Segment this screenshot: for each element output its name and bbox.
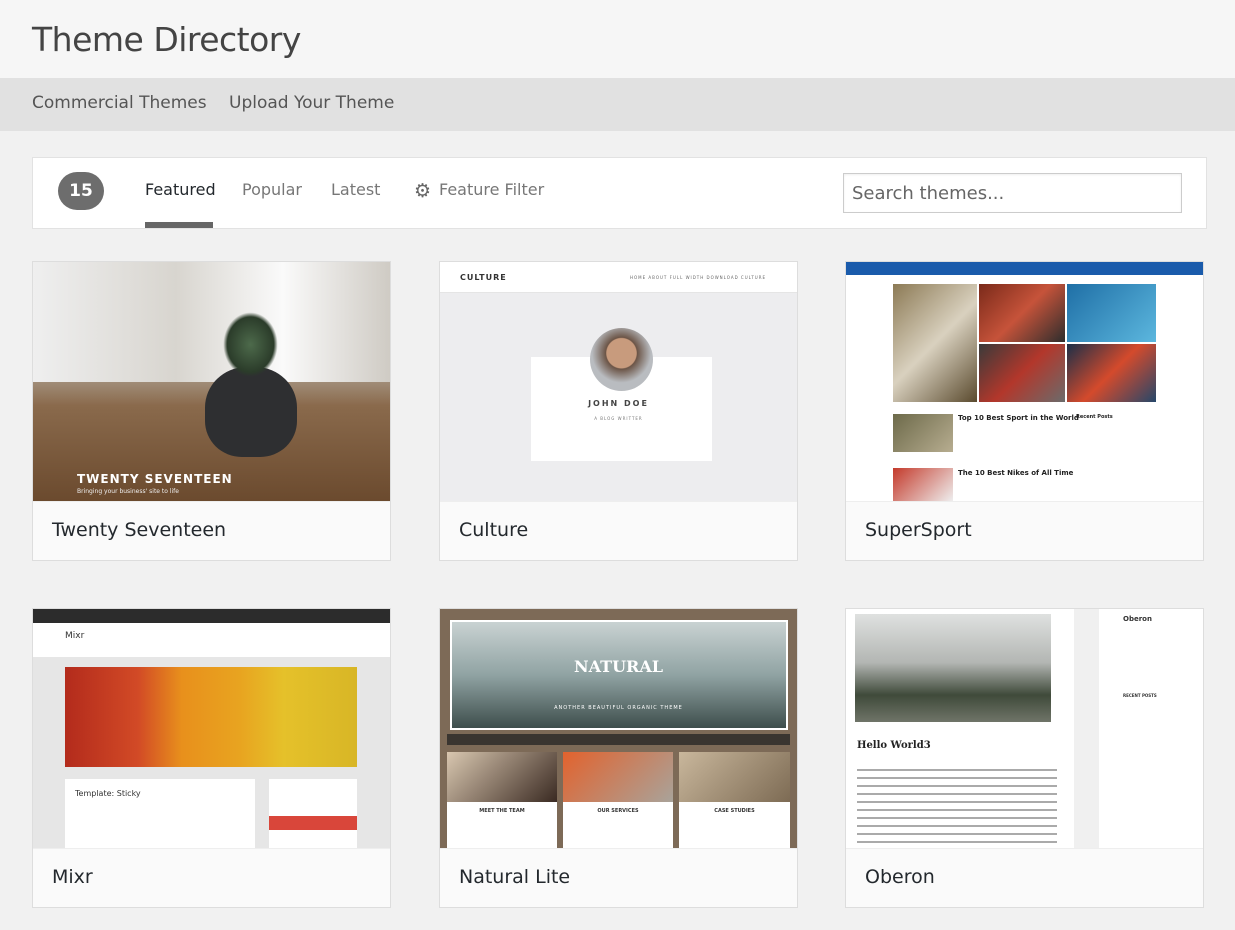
filter-bar: 15 Featured Popular Latest ⚙ Feature Fil… <box>32 157 1207 229</box>
theme-name[interactable]: Natural Lite <box>459 866 570 888</box>
gear-icon[interactable]: ⚙ <box>414 180 431 202</box>
theme-name[interactable]: SuperSport <box>865 519 972 541</box>
theme-card-mixr[interactable]: Mixr Template: Sticky Mixr <box>32 608 391 908</box>
sub-nav: Commercial Themes Upload Your Theme <box>0 78 1235 131</box>
theme-name[interactable]: Twenty Seventeen <box>52 519 226 541</box>
preview-col: CASE STUDIES <box>714 808 755 814</box>
preview-post: Hello World3 <box>857 740 931 751</box>
theme-name[interactable]: Culture <box>459 519 528 541</box>
preview-tagline: ANOTHER BEAUTIFUL ORGANIC THEME <box>554 705 683 711</box>
preview-sidebar: Recent Posts <box>1076 414 1113 420</box>
theme-name[interactable]: Oberon <box>865 866 935 888</box>
preview-title: TWENTY SEVENTEEN <box>77 472 233 486</box>
preview-person: JOHN DOE <box>588 399 649 408</box>
preview-col: OUR SERVICES <box>597 808 639 814</box>
theme-screenshot[interactable]: NATURAL ANOTHER BEAUTIFUL ORGANIC THEME … <box>440 609 797 848</box>
theme-card-natural-lite[interactable]: NATURAL ANOTHER BEAUTIFUL ORGANIC THEME … <box>439 608 798 908</box>
theme-card-culture[interactable]: CULTURE HOME ABOUT FULL WIDTH DOWNLOAD C… <box>439 261 798 561</box>
preview-logo: NATURAL <box>574 657 663 676</box>
theme-card-supersport[interactable]: Top 10 Best Sport in the World Recent Po… <box>845 261 1204 561</box>
preview-logo: CULTURE <box>460 273 507 282</box>
page-header: Theme Directory <box>0 0 1235 78</box>
active-tab-indicator <box>145 222 213 228</box>
preview-site: Oberon <box>1123 615 1152 623</box>
preview-sidebar: RECENT POSTS <box>1123 693 1157 698</box>
preview-tagline: Bringing your business' site to life <box>77 488 179 495</box>
preview-post: Template: Sticky <box>75 789 141 798</box>
preview-headline: Top 10 Best Sport in the World <box>958 414 1079 422</box>
tab-latest[interactable]: Latest <box>331 180 380 199</box>
theme-count-badge: 15 <box>58 172 104 210</box>
theme-screenshot[interactable]: TWENTY SEVENTEEN Bringing your business'… <box>33 262 390 501</box>
tab-featured[interactable]: Featured <box>145 180 216 199</box>
theme-screenshot[interactable]: Hello World3 Oberon RECENT POSTS <box>846 609 1203 848</box>
preview-logo: Mixr <box>65 631 85 641</box>
nav-commercial-themes[interactable]: Commercial Themes <box>32 93 207 113</box>
theme-screenshot[interactable]: Top 10 Best Sport in the World Recent Po… <box>846 262 1203 501</box>
theme-screenshot[interactable]: Mixr Template: Sticky <box>33 609 390 848</box>
preview-menu: HOME ABOUT FULL WIDTH DOWNLOAD CULTURE <box>630 275 767 280</box>
preview-headline-2: The 10 Best Nikes of All Time <box>958 469 1074 477</box>
theme-name[interactable]: Mixr <box>52 866 93 888</box>
page-title: Theme Directory <box>32 20 301 59</box>
search-input[interactable] <box>843 173 1182 213</box>
theme-card-twenty-seventeen[interactable]: TWENTY SEVENTEEN Bringing your business'… <box>32 261 391 561</box>
tab-popular[interactable]: Popular <box>242 180 302 199</box>
feature-filter-button[interactable]: Feature Filter <box>439 180 544 199</box>
theme-card-oberon[interactable]: Hello World3 Oberon RECENT POSTS Oberon <box>845 608 1204 908</box>
preview-role: A BLOG WRITTER <box>594 416 643 421</box>
preview-col: MEET THE TEAM <box>479 808 525 814</box>
theme-screenshot[interactable]: CULTURE HOME ABOUT FULL WIDTH DOWNLOAD C… <box>440 262 797 501</box>
nav-upload-theme[interactable]: Upload Your Theme <box>229 93 394 113</box>
